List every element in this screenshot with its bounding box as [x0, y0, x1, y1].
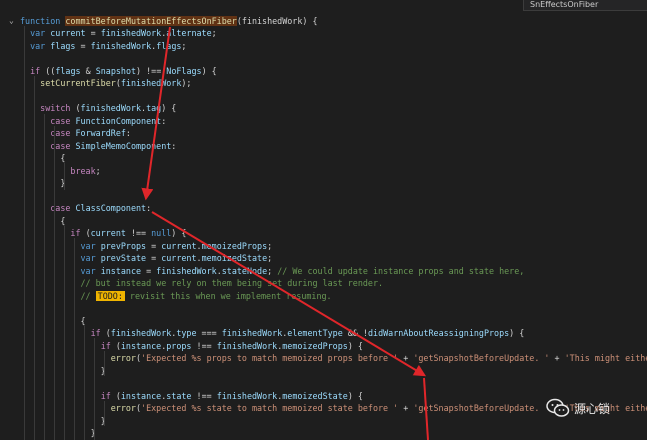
- arrow-2: [151, 211, 427, 377]
- annotation-arrows: [141, 26, 429, 440]
- watermark: 源心锁: [546, 395, 646, 421]
- watermark-text: 源心锁: [574, 401, 611, 416]
- arrow-3: [423, 377, 429, 440]
- wechat-icon: [546, 398, 570, 417]
- arrow-1: [141, 26, 171, 201]
- code-editor[interactable]: ⌄ function commitBeforeMutationEffectsOnF…: [0, 0, 647, 440]
